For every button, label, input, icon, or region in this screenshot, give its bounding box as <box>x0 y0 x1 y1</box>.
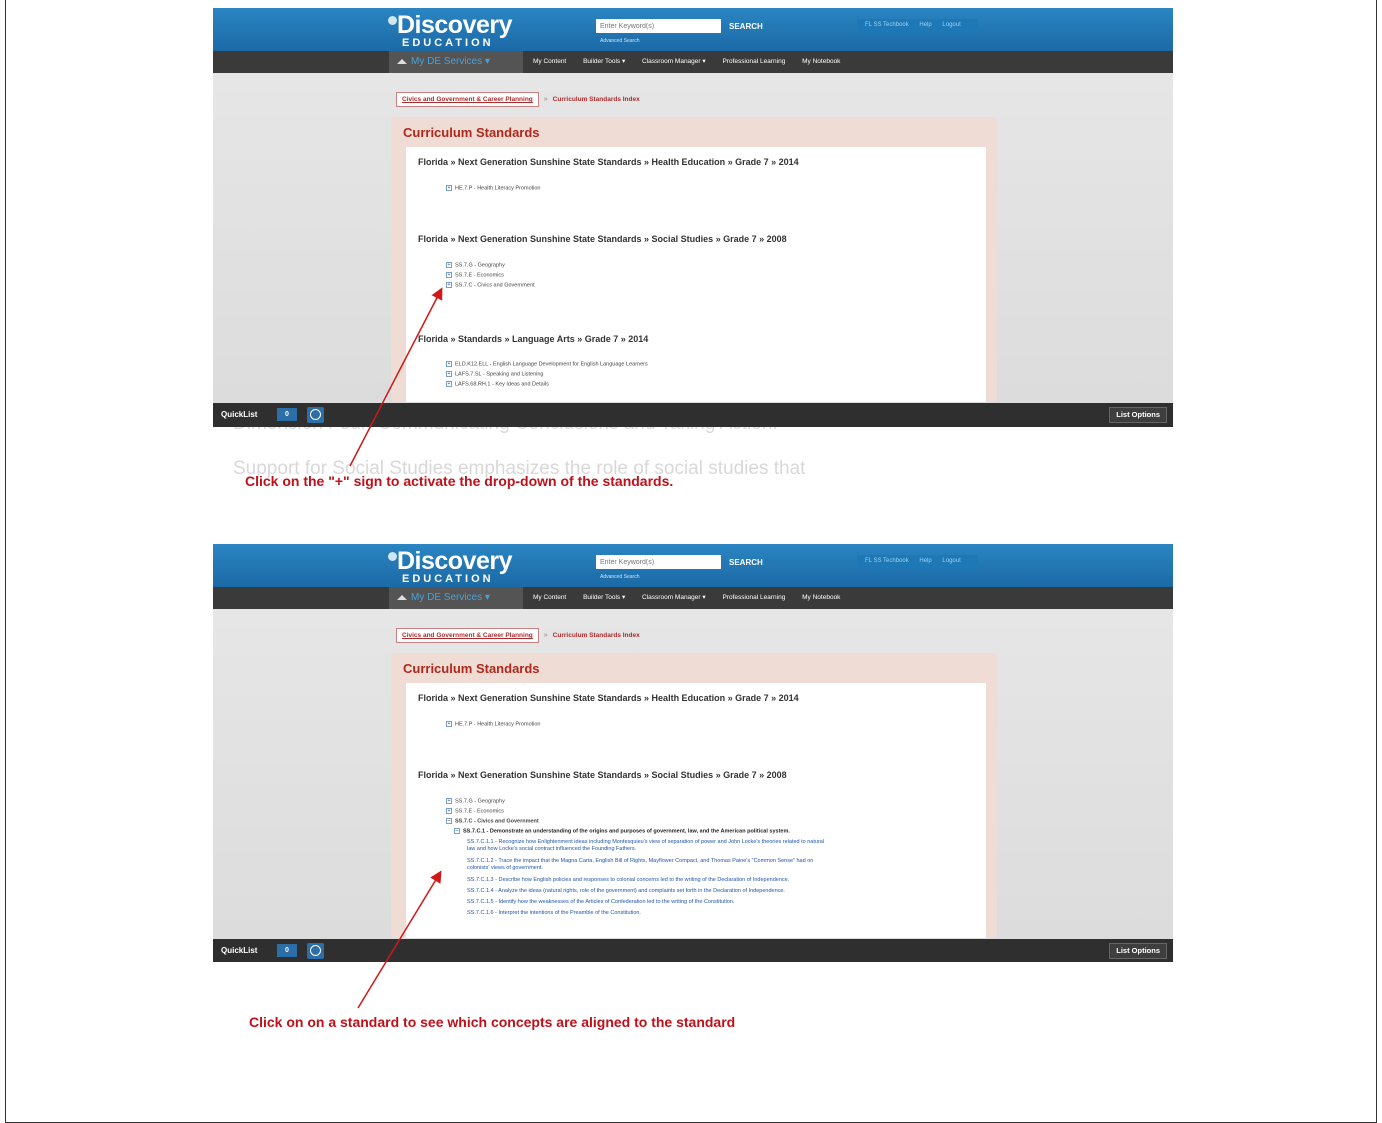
arrow-to-standard <box>357 870 442 1009</box>
arrow-to-plus-sign <box>349 287 443 467</box>
caption-top: Click on the "+" sign to activate the dr… <box>245 473 674 489</box>
annotation-arrows <box>349 287 443 1009</box>
caption-bottom: Click on on a standard to see which conc… <box>249 1014 736 1030</box>
